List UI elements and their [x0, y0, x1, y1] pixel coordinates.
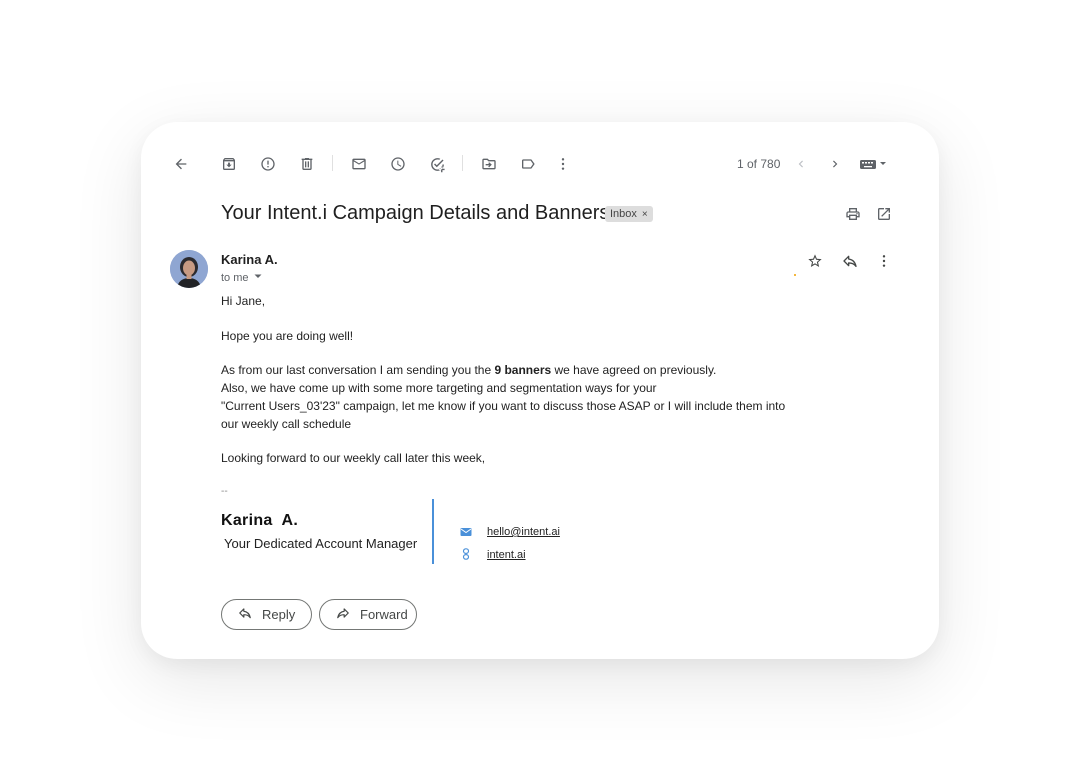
move-to-icon[interactable]	[479, 154, 499, 174]
signature-role: Your Dedicated Account Manager	[224, 536, 418, 551]
body-line-1: Hope you are doing well!	[221, 329, 354, 343]
back-arrow-icon[interactable]	[171, 154, 191, 174]
chevron-right-icon[interactable]	[825, 154, 845, 174]
signature-website-link[interactable]: intent.ai	[487, 549, 526, 561]
body-line-2: As from our last conversation I am sendi…	[221, 363, 716, 377]
message-more-icon[interactable]	[874, 251, 894, 271]
toolbar-divider	[462, 155, 463, 171]
body-line-5: our weekly call schedule	[221, 417, 352, 431]
sender-avatar[interactable]	[170, 250, 208, 288]
message-counter: 1 of 780	[737, 157, 781, 171]
link-icon	[460, 547, 472, 561]
caret-down-icon[interactable]	[253, 271, 263, 284]
delete-icon[interactable]	[297, 154, 317, 174]
star-icon[interactable]	[805, 251, 825, 271]
keyboard-icon[interactable]	[858, 154, 890, 174]
banners-emphasis: 9 banners	[494, 363, 552, 377]
reply-button-label: Reply	[262, 607, 296, 622]
body-line-3: Also, we have come up with some more tar…	[221, 381, 657, 395]
snooze-icon[interactable]	[388, 154, 408, 174]
sender-name: Karina A.	[221, 252, 278, 267]
print-icon[interactable]	[843, 204, 863, 224]
recipient-details[interactable]: to me	[221, 271, 263, 284]
greeting-text: Hi Jane,	[221, 294, 266, 308]
toolbar-divider	[332, 155, 333, 171]
inbox-label-badge[interactable]: Inbox ×	[605, 206, 653, 222]
forward-button[interactable]: Forward	[319, 599, 417, 630]
forward-button-label: Forward	[360, 607, 408, 622]
email-subject: Your Intent.i Campaign Details and Banne…	[221, 202, 615, 224]
recipient-text: to me	[221, 271, 249, 284]
signature-name: Karina A.	[221, 512, 299, 529]
reply-arrow-icon	[238, 606, 252, 623]
signature-email-link[interactable]: hello@intent.ai	[487, 526, 560, 538]
body-line-2-end: we have agreed on previously.	[551, 363, 717, 377]
add-task-icon[interactable]	[427, 154, 447, 174]
signature-divider	[432, 499, 434, 564]
reply-icon[interactable]	[840, 251, 860, 271]
reply-button[interactable]: Reply	[221, 599, 312, 630]
chevron-left-icon[interactable]	[791, 154, 811, 174]
decorative-dot	[794, 274, 796, 276]
more-vert-icon[interactable]	[553, 154, 573, 174]
inbox-label-text: Inbox	[610, 208, 637, 220]
body-line-4: "Current Users_03'23" campaign, let me k…	[221, 399, 786, 413]
open-new-window-icon[interactable]	[874, 204, 894, 224]
signature-separator: --	[221, 486, 228, 497]
remove-label-icon[interactable]: ×	[642, 209, 648, 220]
body-line-6: Looking forward to our weekly call later…	[221, 451, 486, 465]
body-line-2-start: As from our last conversation I am sendi…	[221, 363, 495, 377]
label-icon[interactable]	[518, 154, 538, 174]
email-icon	[459, 526, 473, 538]
archive-icon[interactable]	[219, 154, 239, 174]
forward-arrow-icon	[336, 606, 350, 623]
mark-unread-icon[interactable]	[349, 154, 369, 174]
report-spam-icon[interactable]	[258, 154, 278, 174]
